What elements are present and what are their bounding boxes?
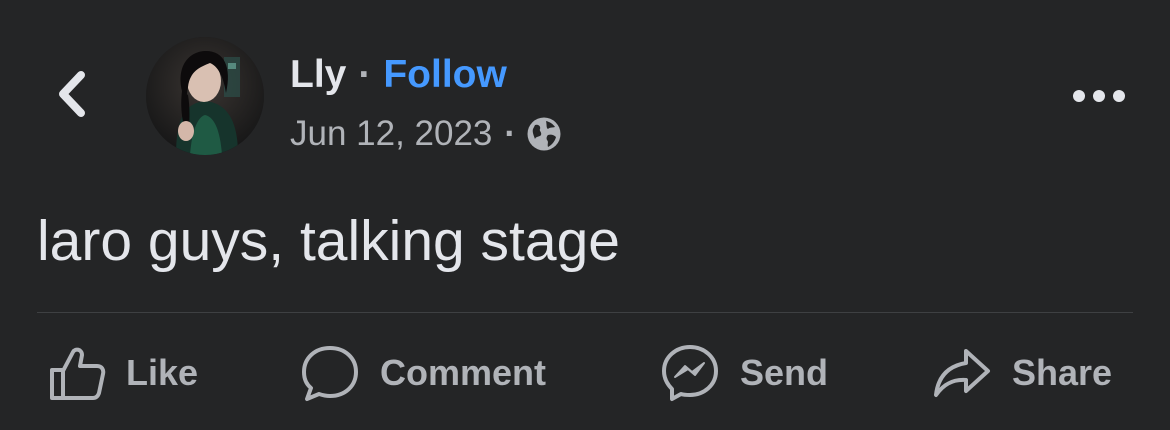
author-name[interactable]: Lly xyxy=(290,53,346,97)
share-button[interactable]: Share xyxy=(932,340,1112,406)
comment-button[interactable]: Comment xyxy=(300,340,546,406)
send-label: Send xyxy=(740,352,829,393)
back-button[interactable] xyxy=(44,66,100,122)
avatar[interactable] xyxy=(146,37,264,155)
follow-button[interactable]: Follow xyxy=(383,53,506,97)
divider xyxy=(37,312,1133,313)
comment-label: Comment xyxy=(380,352,547,393)
thumbs-up-icon xyxy=(50,347,106,400)
meta-separator: · xyxy=(504,114,517,153)
name-separator: · xyxy=(358,53,372,96)
globe-icon[interactable] xyxy=(526,116,562,152)
more-options-button[interactable] xyxy=(1064,76,1134,116)
chevron-left-icon xyxy=(59,71,85,117)
author-line: Lly · Follow xyxy=(290,52,507,98)
like-label: Like xyxy=(126,352,199,393)
share-arrow-icon xyxy=(934,349,990,397)
post-date[interactable]: Jun 12, 2023 xyxy=(290,114,492,154)
share-label: Share xyxy=(1012,352,1113,393)
more-horizontal-icon xyxy=(1073,90,1125,102)
comment-bubble-icon xyxy=(302,346,358,401)
messenger-icon xyxy=(662,345,718,401)
post-text: laro guys, talking stage xyxy=(37,209,620,273)
like-button[interactable]: Like xyxy=(48,340,198,406)
avatar-image xyxy=(146,37,264,155)
send-button[interactable]: Send xyxy=(660,340,828,406)
post-meta: Jun 12, 2023 · xyxy=(290,112,562,156)
